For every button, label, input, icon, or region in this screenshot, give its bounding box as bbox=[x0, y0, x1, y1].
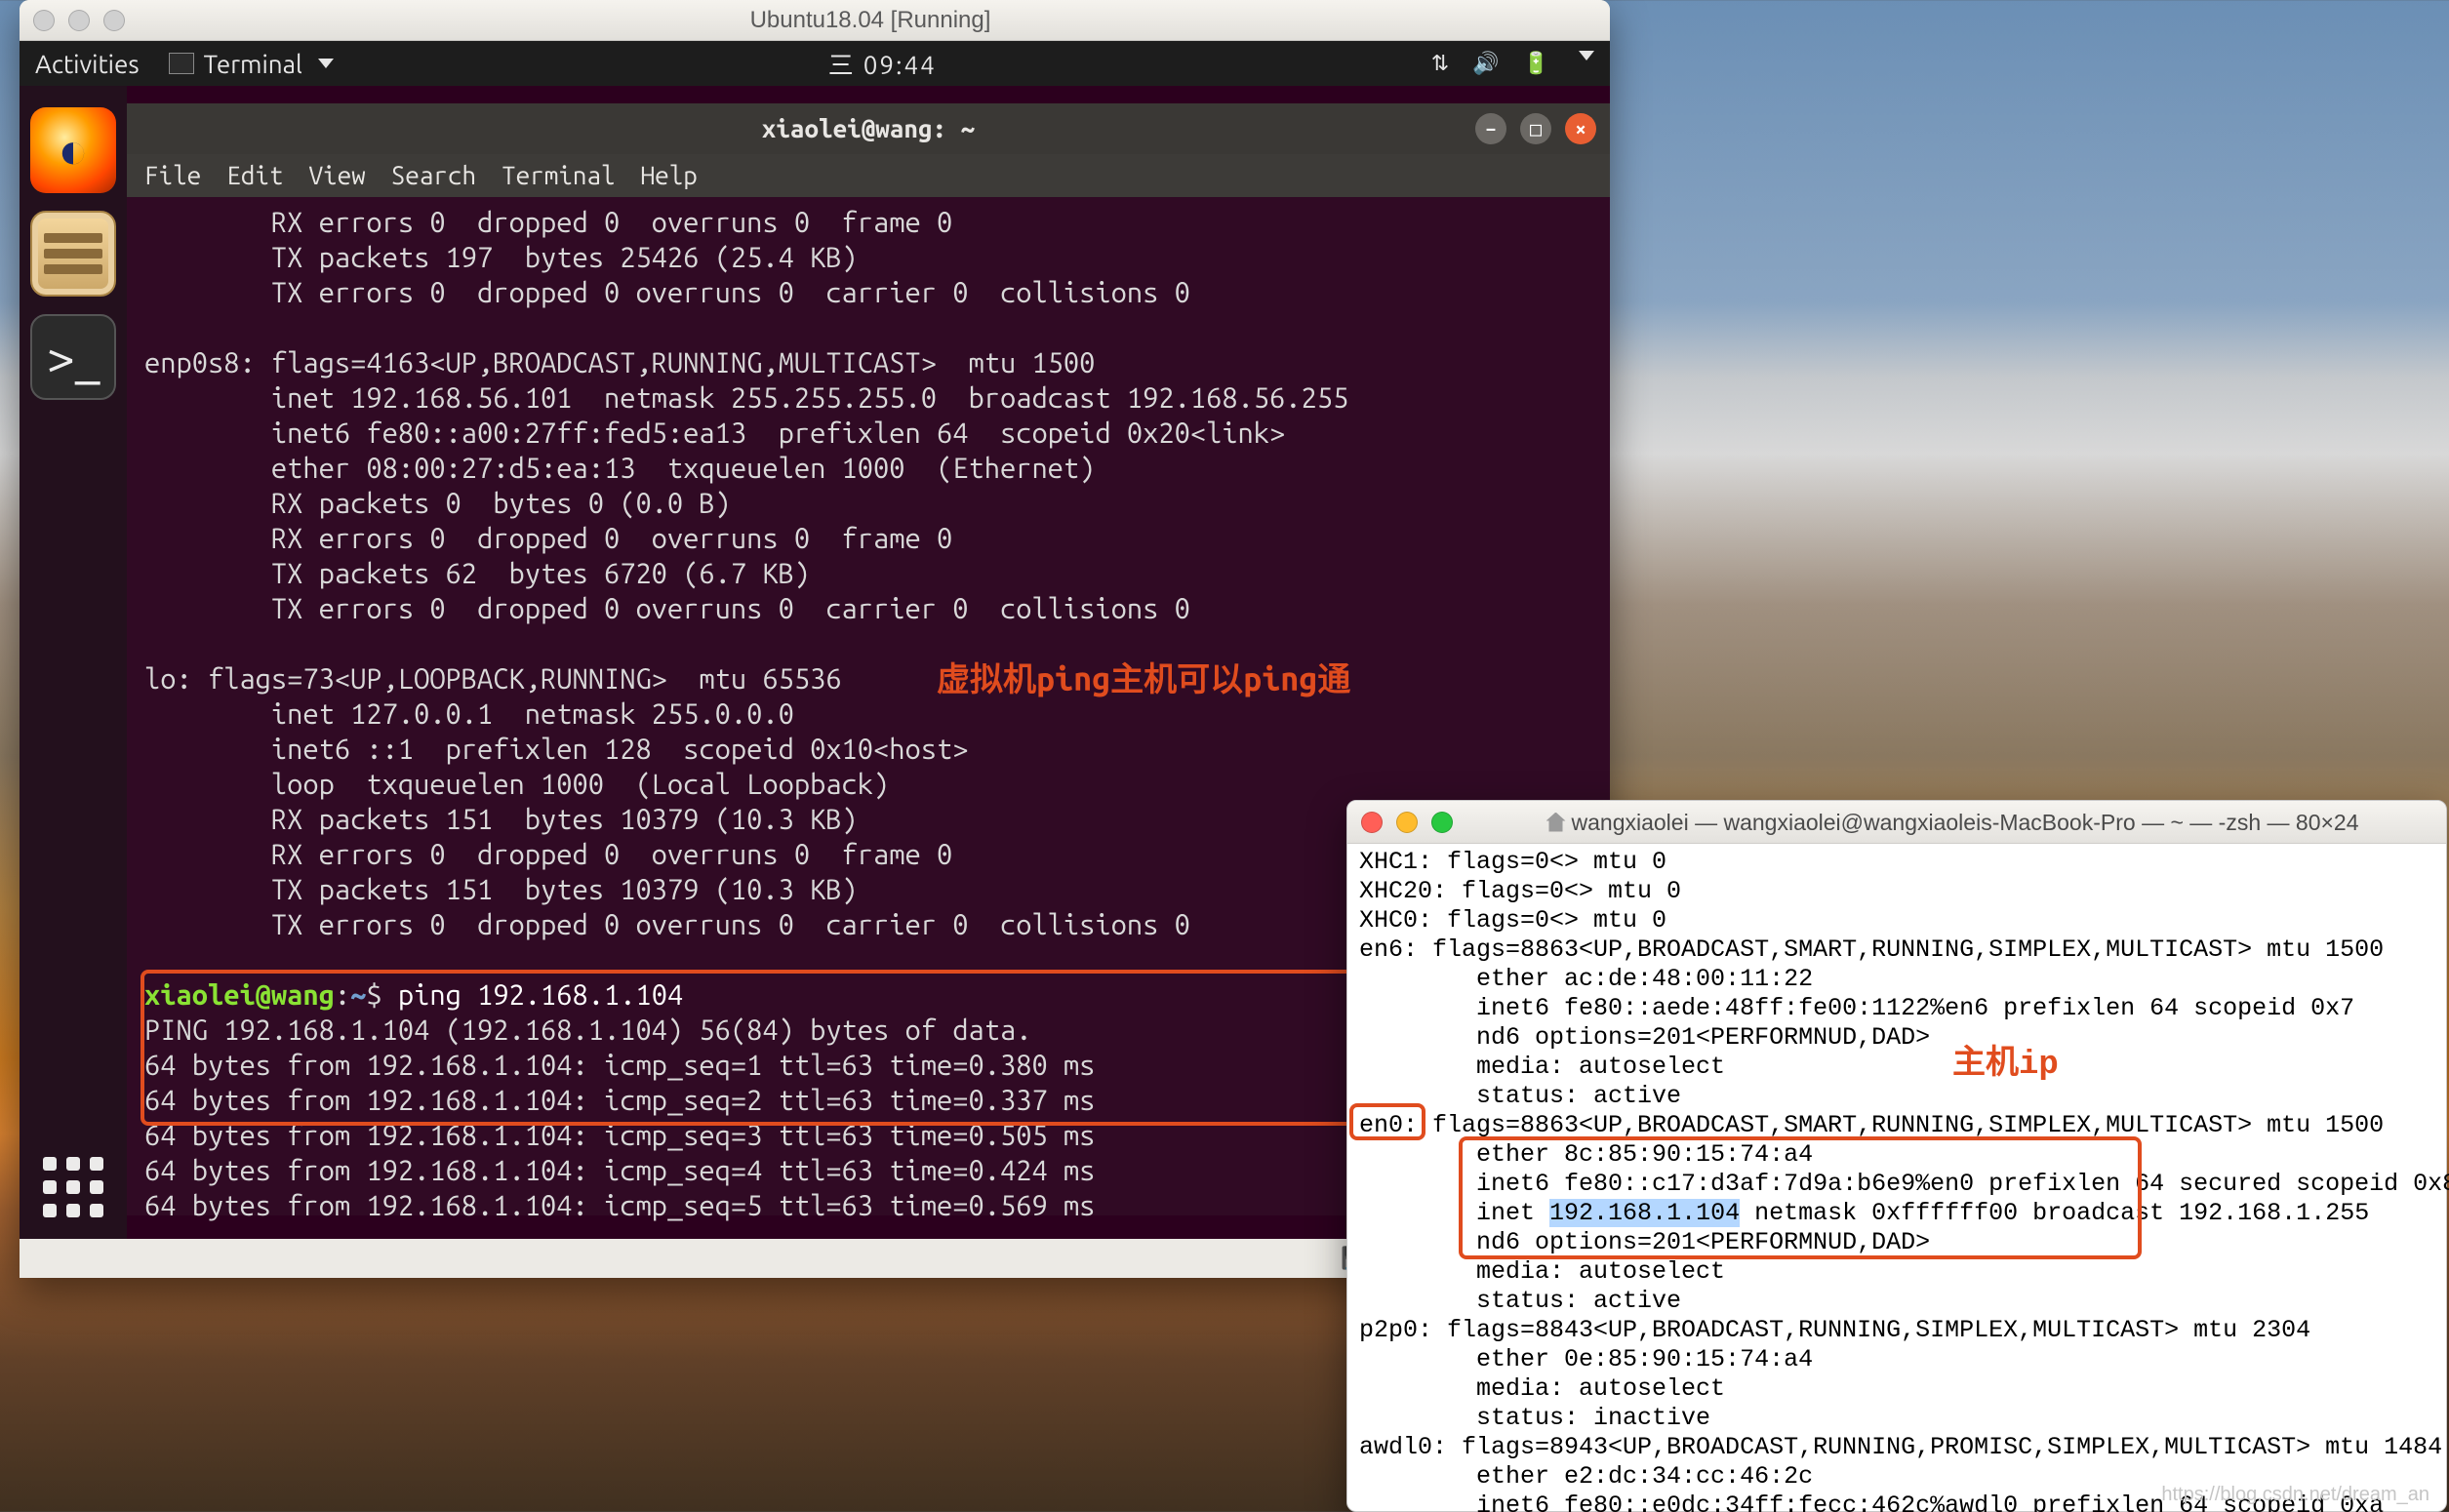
network-icon[interactable]: ⇅ bbox=[1431, 51, 1449, 76]
activities-button[interactable]: Activities bbox=[35, 50, 140, 78]
gterm-menubar: File Edit View Search Terminal Help bbox=[127, 154, 1610, 197]
watermark: https://blog.csdn.net/dream_an bbox=[2161, 1484, 2429, 1506]
gnome-topbar: Activities Terminal 三 09:44 ⇅ 🔊 🔋 bbox=[20, 41, 1610, 86]
annotation-vm-ping: 虚拟机ping主机可以ping通 bbox=[937, 661, 1350, 696]
macos-terminal-window: wangxiaolei — wangxiaolei@wangxiaoleis-M… bbox=[1346, 800, 2447, 1512]
mac-traffic-lights bbox=[1361, 812, 1453, 833]
volume-icon[interactable]: 🔊 bbox=[1472, 51, 1499, 76]
highlight-ping-box bbox=[141, 970, 1366, 1126]
close-icon[interactable] bbox=[1361, 812, 1383, 833]
close-icon[interactable] bbox=[33, 10, 55, 31]
show-applications-icon[interactable] bbox=[43, 1157, 103, 1217]
vm-titlebar[interactable]: Ubuntu18.04 [Running] bbox=[20, 0, 1610, 41]
minimize-icon[interactable] bbox=[68, 10, 90, 31]
menu-edit[interactable]: Edit bbox=[226, 158, 283, 193]
menu-file[interactable]: File bbox=[144, 158, 201, 193]
mac-titlebar[interactable]: wangxiaolei — wangxiaolei@wangxiaoleis-M… bbox=[1347, 801, 2446, 844]
terminal-launcher[interactable]: >_ bbox=[30, 314, 116, 400]
zoom-icon[interactable] bbox=[103, 10, 125, 31]
zoom-icon[interactable] bbox=[1431, 812, 1453, 833]
mac-traffic-lights bbox=[33, 10, 125, 31]
vm-window-title: Ubuntu18.04 [Running] bbox=[144, 7, 1596, 34]
close-button[interactable]: × bbox=[1565, 113, 1596, 144]
ubuntu-dock: ◐ >_ bbox=[20, 86, 127, 1239]
files-launcher[interactable] bbox=[30, 211, 116, 297]
minimize-button[interactable]: – bbox=[1475, 113, 1506, 144]
menu-help[interactable]: Help bbox=[641, 158, 698, 193]
firefox-launcher[interactable]: ◐ bbox=[30, 107, 116, 193]
menu-view[interactable]: View bbox=[309, 158, 366, 193]
highlight-en0-box bbox=[1349, 1103, 1425, 1140]
minimize-icon[interactable] bbox=[1396, 812, 1418, 833]
home-icon bbox=[1546, 813, 1566, 832]
maximize-button[interactable]: □ bbox=[1520, 113, 1551, 144]
menu-search[interactable]: Search bbox=[391, 158, 476, 193]
battery-icon[interactable]: 🔋 bbox=[1523, 51, 1549, 76]
annotation-host-ip: 主机ip bbox=[1952, 1051, 2059, 1080]
app-menu[interactable]: Terminal bbox=[169, 50, 334, 78]
gterm-titlebar[interactable]: xiaolei@wang: ~ – □ × bbox=[127, 103, 1610, 154]
menu-terminal[interactable]: Terminal bbox=[502, 158, 615, 193]
chevron-down-icon[interactable] bbox=[1579, 51, 1594, 60]
app-menu-label: Terminal bbox=[204, 50, 302, 78]
terminal-icon bbox=[169, 53, 194, 74]
mac-term-title: wangxiaolei — wangxiaolei@wangxiaoleis-M… bbox=[1472, 808, 2432, 837]
clock[interactable]: 三 09:44 bbox=[334, 46, 1431, 82]
system-tray[interactable]: ⇅ 🔊 🔋 bbox=[1431, 51, 1594, 76]
gterm-title: xiaolei@wang: ~ bbox=[127, 111, 1610, 146]
chevron-down-icon bbox=[318, 59, 334, 68]
highlight-en0-detail-box bbox=[1459, 1136, 2142, 1259]
